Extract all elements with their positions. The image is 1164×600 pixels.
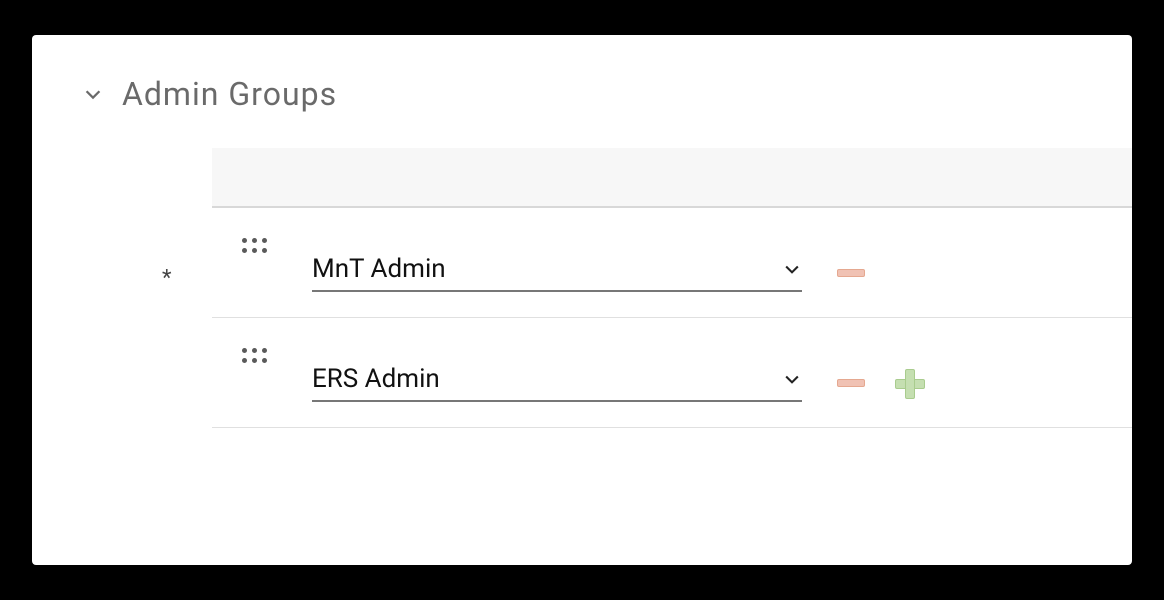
dropdown-value: MnT Admin [312, 254, 446, 284]
drag-handle-icon[interactable] [242, 238, 272, 254]
row-actions [837, 369, 923, 397]
add-row-icon[interactable] [895, 369, 923, 397]
row-actions [837, 269, 865, 277]
chevron-down-icon [82, 83, 104, 105]
section-title: Admin Groups [122, 75, 337, 113]
table-row: * MnT Admin [212, 208, 1132, 318]
remove-row-icon[interactable] [837, 379, 865, 387]
admin-group-dropdown[interactable]: MnT Admin [312, 254, 802, 292]
table-row: ERS Admin [212, 318, 1132, 428]
remove-row-icon[interactable] [837, 269, 865, 277]
admin-groups-panel: Admin Groups * MnT Admin ERS Admin [32, 35, 1132, 565]
chevron-down-icon [782, 259, 802, 279]
drag-handle-icon[interactable] [242, 348, 272, 364]
table-header [212, 148, 1132, 208]
section-header[interactable]: Admin Groups [32, 75, 1132, 113]
admin-group-dropdown[interactable]: ERS Admin [312, 364, 802, 402]
dropdown-value: ERS Admin [312, 364, 440, 394]
required-mark: * [162, 266, 171, 291]
chevron-down-icon [782, 369, 802, 389]
